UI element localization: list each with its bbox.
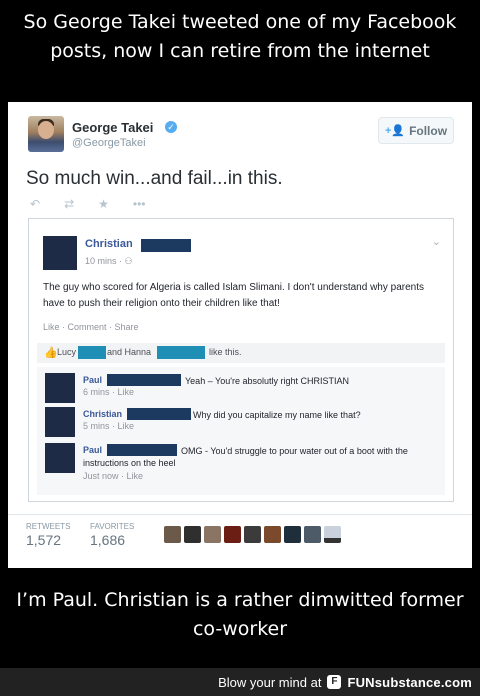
favoriters-avatars [164, 526, 341, 543]
funsubstance-logo-icon: F [327, 675, 342, 689]
bottom-caption: I’m Paul. Christian is a rather dimwitte… [16, 589, 464, 640]
comment-text: Why did you capitalize my name like that… [193, 410, 361, 420]
user-avatar[interactable] [164, 526, 181, 543]
favorites-count[interactable]: 1,686 [90, 532, 125, 548]
like-name-2: and Hanna [107, 347, 152, 357]
chevron-down-icon: ⌄ [431, 236, 441, 248]
author-avatar[interactable] [28, 116, 64, 152]
reply-icon[interactable]: ↶ [30, 197, 40, 213]
author-name[interactable]: George Takei [72, 120, 153, 135]
likes-bar: 👍 Lucy and Hanna like this. [37, 343, 445, 363]
tweet-actions: ↶ ⇄ ★ ••• [30, 197, 146, 213]
favorites-label: FAVORITES [90, 522, 135, 531]
footer-prefix: Blow your mind at [218, 674, 322, 690]
more-icon[interactable]: ••• [133, 197, 146, 213]
post-meta: 10 mins · ⚇ [85, 256, 133, 266]
user-avatar[interactable] [264, 526, 281, 543]
user-avatar[interactable] [204, 526, 221, 543]
comment-avatar [45, 407, 75, 437]
retweets-count[interactable]: 1,572 [26, 532, 61, 548]
retweets-label: RETWEETS [26, 522, 71, 531]
user-avatar[interactable] [324, 526, 341, 543]
retweet-icon[interactable]: ⇄ [64, 197, 74, 213]
comment-author: Paul [83, 375, 103, 385]
follow-button[interactable]: +👤 Follow [378, 117, 454, 144]
friends-icon: ⚇ [124, 256, 133, 266]
post-text: The guy who scored for Algeria is called… [43, 282, 424, 309]
redaction-bar [107, 374, 181, 386]
user-avatar[interactable] [224, 526, 241, 543]
comment-avatar [45, 373, 75, 403]
user-avatar[interactable] [284, 526, 301, 543]
user-avatar[interactable] [184, 526, 201, 543]
site-footer: Blow your mind at F FUNsubstance.com [0, 668, 480, 696]
redaction-bar [127, 408, 191, 420]
user-avatar[interactable] [304, 526, 321, 543]
comments-list: Paul Yeah – You're absolutly right CHRIS… [37, 367, 445, 495]
redaction-bar [157, 346, 205, 359]
comment-meta: 5 mins · Like [83, 421, 135, 431]
tweet-text: So much win...and fail...in this. [26, 168, 283, 189]
post-author-name: Christian [85, 238, 133, 250]
footer-brand[interactable]: FUNsubstance.com [347, 675, 472, 690]
verified-icon: ✓ [165, 121, 177, 133]
comment-text: Yeah – You're absolutly right CHRISTIAN [185, 376, 349, 386]
post-actions: Like · Comment · Share [43, 322, 139, 332]
comment-avatar [45, 443, 75, 473]
author-handle[interactable]: @GeorgeTakei [72, 137, 146, 149]
stats-divider [8, 514, 472, 515]
redaction-bar [78, 346, 106, 359]
like-name-1: Lucy [57, 347, 77, 357]
facebook-post-screenshot: ⌄ Christian 10 mins · ⚇ The guy who scor… [28, 218, 454, 502]
comment-meta: Just now · Like [83, 471, 144, 481]
post-author-avatar [43, 236, 77, 270]
comment-author: Christian [83, 409, 123, 419]
favorite-icon[interactable]: ★ [98, 197, 109, 213]
tweet-card: George Takei ✓ @GeorgeTakei +👤 Follow So… [8, 102, 472, 568]
follow-label: Follow [409, 123, 448, 138]
redaction-bar [141, 239, 191, 252]
thumbs-up-icon: 👍 [44, 347, 58, 359]
top-caption: So George Takei tweeted one of my Facebo… [23, 11, 457, 62]
add-user-icon: +👤 [384, 125, 406, 137]
comment-meta: 6 mins · Like [83, 387, 135, 397]
comment-text: OMG - You'd struggle to pour water out o… [83, 446, 408, 468]
user-avatar[interactable] [244, 526, 261, 543]
like-suffix: like this. [209, 347, 242, 357]
